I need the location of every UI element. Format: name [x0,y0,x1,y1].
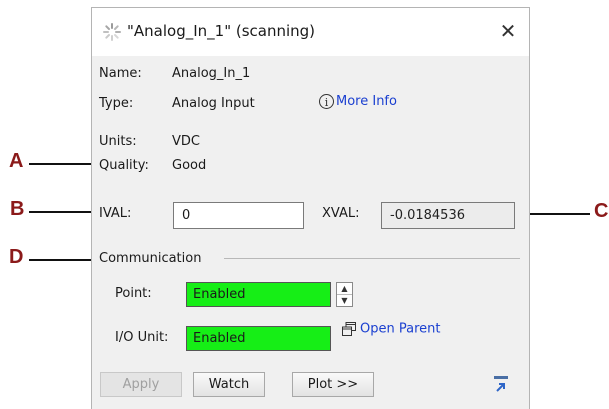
io-unit-label: I/O Unit: [115,330,169,345]
more-info-label: More Info [336,94,397,109]
open-parent-link[interactable]: Open Parent [341,321,440,337]
callout-c: C [594,200,609,222]
info-icon: i [319,94,334,109]
callout-a-line [29,163,99,165]
point-spinner[interactable]: ▲ ▼ [336,282,353,307]
callout-b: B [10,198,25,220]
spinner-down-icon[interactable]: ▼ [337,295,352,306]
quality-value: Good [172,158,207,173]
callout-b-line [29,211,99,213]
point-label: Point: [115,286,152,301]
ival-input[interactable]: 0 [173,202,304,229]
more-info-link[interactable]: i More Info [319,94,397,109]
point-inspector-window: "Analog_In_1" (scanning) ✕ Name: Analog_… [91,7,530,409]
title-bar: "Analog_In_1" (scanning) ✕ [92,8,529,56]
communication-heading: Communication [99,251,202,266]
callout-a: A [9,150,24,172]
open-parent-label: Open Parent [360,321,441,337]
type-label: Type: [99,96,134,111]
callout-d: D [9,246,24,268]
dock-icon[interactable] [492,374,510,394]
watch-button[interactable]: Watch [193,372,265,397]
communication-separator [224,258,520,259]
plot-button[interactable]: Plot >> [292,372,374,397]
open-window-icon [342,322,356,336]
close-icon[interactable]: ✕ [496,18,520,44]
units-label: Units: [99,134,137,149]
ival-label: IVAL: [99,206,132,221]
name-value: Analog_In_1 [172,66,251,81]
units-value: VDC [172,134,200,149]
io-unit-status-field[interactable]: Enabled [186,326,331,351]
xval-field: -0.0184536 [381,202,515,229]
type-value: Analog Input [172,96,255,111]
spinner-up-icon[interactable]: ▲ [337,283,352,295]
apply-button[interactable]: Apply [100,372,182,397]
quality-label: Quality: [99,158,149,173]
scanning-spinner-icon [103,23,121,41]
window-title: "Analog_In_1" (scanning) [127,22,316,40]
xval-label: XVAL: [322,206,360,221]
name-label: Name: [99,66,142,81]
point-status-field[interactable]: Enabled [186,282,331,307]
callout-d-line [29,259,99,261]
